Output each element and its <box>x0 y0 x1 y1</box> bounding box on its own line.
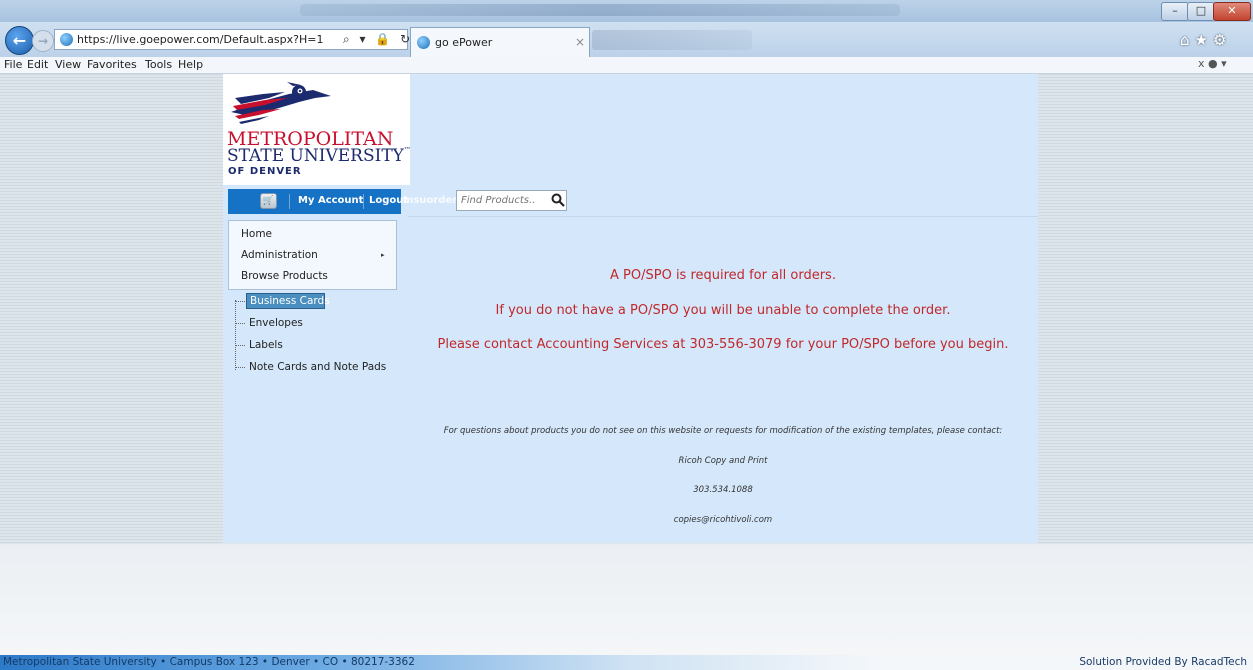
tab-close-icon[interactable]: × <box>575 35 585 49</box>
browser-tab[interactable]: go ePower × <box>410 27 590 57</box>
page-area: METROPOLITAN STATE UNIVERSITY™ OF DENVER… <box>0 74 1253 655</box>
menu-view[interactable]: View <box>55 58 81 71</box>
navigation-menu: Home Administration ▸ Browse Products <box>228 220 397 290</box>
tree-item-note-cards[interactable]: Note Cards and Note Pads <box>249 361 386 373</box>
menu-favorites[interactable]: Favorites <box>87 58 137 71</box>
toolbar-separator <box>363 194 364 209</box>
notice-po-unable: If you do not have a PO/SPO you will be … <box>495 303 951 318</box>
trademark-symbol: ™ <box>403 146 411 154</box>
notice-contact-accounting: Please contact Accounting Services at 30… <box>437 337 1009 352</box>
toolbar-separator <box>289 194 290 209</box>
footer-credit[interactable]: Solution Provided By RacadTech <box>1079 656 1247 668</box>
menu-file[interactable]: File <box>4 58 22 71</box>
tree-item-envelopes[interactable]: Envelopes <box>249 317 303 329</box>
username-text: msuorder <box>403 195 458 206</box>
address-bar-controls[interactable]: ⌕ ▾ 🔒 ↻ <box>343 32 413 47</box>
product-search <box>456 190 567 211</box>
account-toolbar: 🛒 My Account Logout <box>228 189 408 214</box>
tab-title: go ePower <box>435 36 493 49</box>
home-favorites-settings-icons[interactable]: ⌂★⚙ <box>1180 31 1231 49</box>
address-bar[interactable]: https://live.goepower.com/Default.aspx?H… <box>54 29 410 50</box>
tab-favicon-icon <box>417 36 430 49</box>
tree-connector <box>235 345 245 346</box>
divider <box>408 216 1038 217</box>
address-url[interactable]: https://live.goepower.com/Default.aspx?H… <box>77 33 323 46</box>
site-globe-icon <box>60 33 73 46</box>
roadrunner-logo-icon <box>231 82 331 124</box>
forward-button[interactable]: → <box>32 30 54 52</box>
browser-nav-bar: ← → https://live.goepower.com/Default.as… <box>0 22 1253 57</box>
menu-tools[interactable]: Tools <box>145 58 172 71</box>
university-logo[interactable]: METROPOLITAN STATE UNIVERSITY™ OF DENVER <box>223 74 411 185</box>
tree-item-business-cards[interactable]: Business Cards <box>246 293 330 309</box>
content-container: METROPOLITAN STATE UNIVERSITY™ OF DENVER… <box>223 74 1038 543</box>
search-icon[interactable] <box>550 192 566 208</box>
back-button[interactable]: ← <box>5 26 34 55</box>
footer-address: Metropolitan State University • Campus B… <box>3 656 415 668</box>
notice-po-required: A PO/SPO is required for all orders. <box>610 268 836 283</box>
my-account-link[interactable]: My Account <box>298 195 363 206</box>
menu-edit[interactable]: Edit <box>27 58 48 71</box>
maximize-button[interactable]: □ <box>1187 2 1215 21</box>
tree-item-label: Business Cards <box>250 295 330 307</box>
contact-name: Ricoh Copy and Print <box>678 456 768 466</box>
tree-item-labels[interactable]: Labels <box>249 339 283 351</box>
blurred-tabs <box>592 30 752 50</box>
minimize-button[interactable]: – <box>1161 2 1189 21</box>
tree-connector <box>235 323 245 324</box>
submenu-arrow-icon: ▸ <box>381 251 385 259</box>
tree-connector <box>235 367 245 368</box>
menu-item-administration[interactable]: Administration <box>241 249 318 261</box>
search-input[interactable] <box>459 193 551 208</box>
contact-intro: For questions about products you do not … <box>443 426 1003 436</box>
logo-text-state-university-label: STATE UNIVERSITY <box>227 146 404 166</box>
logo-text-state-university: STATE UNIVERSITY™ <box>227 146 411 166</box>
window-title-bar: – □ ✕ <box>0 0 1253 22</box>
menubar-right-controls[interactable]: x ● ▾ <box>1198 57 1227 70</box>
contact-email[interactable]: copies@ricohtivoli.com <box>413 515 1033 525</box>
close-window-button[interactable]: ✕ <box>1213 2 1251 21</box>
menu-item-browse-products[interactable]: Browse Products <box>241 270 328 282</box>
tree-connector <box>235 301 245 302</box>
tree-connector <box>235 300 237 370</box>
blurred-title-text <box>300 4 900 16</box>
shopping-cart-icon[interactable]: 🛒 <box>260 193 277 209</box>
footer-bar: Metropolitan State University • Campus B… <box>0 655 1253 670</box>
menu-bar: File Edit View Favorites Tools Help x ● … <box>0 57 1253 74</box>
menu-help[interactable]: Help <box>178 58 203 71</box>
menu-item-home[interactable]: Home <box>241 228 272 240</box>
logo-text-of-denver: OF DENVER <box>228 166 302 177</box>
contact-phone: 303.534.1088 <box>693 485 753 495</box>
